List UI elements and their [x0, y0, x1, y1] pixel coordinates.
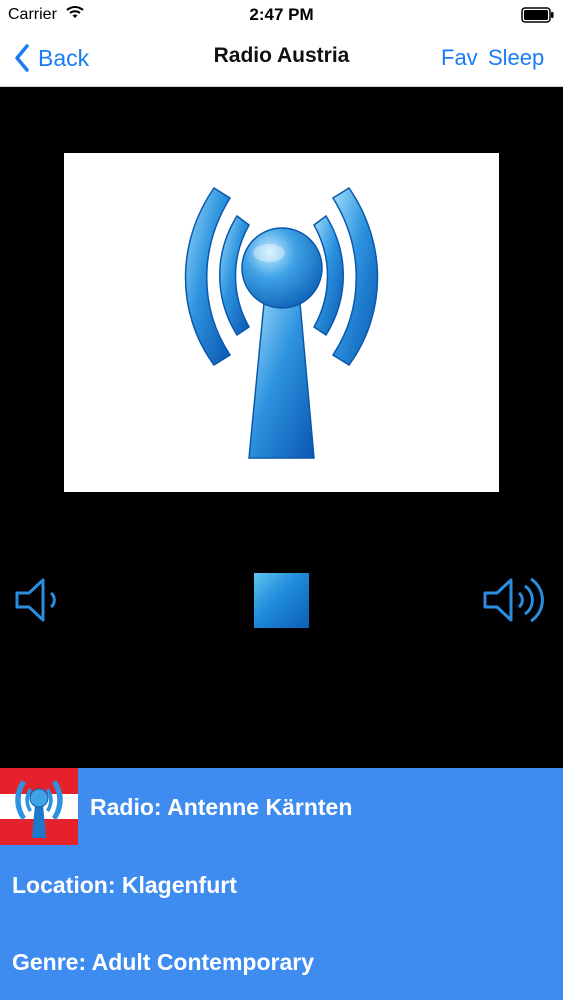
volume-down-icon [15, 578, 56, 622]
player-area [0, 87, 563, 768]
status-bar: Carrier 2:47 PM [0, 0, 563, 30]
austria-flag-radio-icon [0, 768, 78, 845]
stop-button[interactable] [254, 573, 309, 628]
sleep-button[interactable]: Sleep [488, 45, 544, 71]
status-time: 2:47 PM [249, 5, 314, 24]
station-genre: Genre: Adult Contemporary [12, 949, 315, 975]
fav-button[interactable]: Fav [441, 45, 478, 71]
radio-tower-icon [184, 186, 379, 459]
volume-up-button[interactable] [482, 574, 550, 631]
station-location: Location: Klagenfurt [12, 872, 237, 898]
volume-up-icon [483, 577, 544, 623]
volume-down-button[interactable] [14, 574, 70, 631]
battery-icon [521, 7, 555, 28]
station-artwork [64, 153, 499, 492]
navigation-bar: Back Radio Austria Fav Sleep [0, 30, 563, 87]
station-info-panel: Radio: Antenne Kärnten Location: Klagenf… [0, 768, 563, 1000]
station-name: Radio: Antenne Kärnten [90, 794, 353, 820]
page-title: Radio Austria [213, 44, 350, 67]
